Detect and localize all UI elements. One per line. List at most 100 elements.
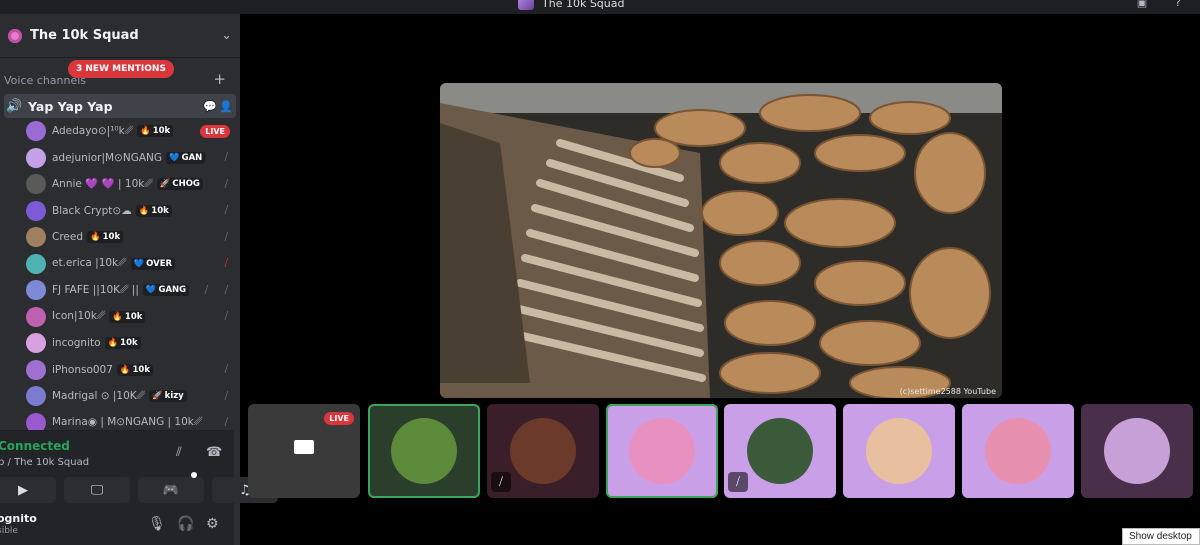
live-badge: LIVE <box>324 412 354 425</box>
chat-bubble-icon[interactable]: 💬 <box>202 100 218 113</box>
voice-user[interactable]: et.erica |10k␥ 💙 OVER ⧸ <box>26 251 240 278</box>
screen-share-button[interactable]: 🖵 <box>64 477 130 503</box>
microphone-icon[interactable]: 🎙 <box>148 516 166 532</box>
avatar <box>26 333 46 354</box>
voice-category[interactable]: Voice channels 3 NEW MENTIONS + <box>0 60 240 94</box>
participant-avatar <box>629 418 695 484</box>
tag-label: GANG <box>158 285 187 296</box>
voice-user[interactable]: Icon|10k␥ 🔥 10k ⧸ <box>26 304 240 331</box>
activity-button[interactable]: 🎮 <box>138 472 204 503</box>
tag-icon: 💙 <box>133 258 145 269</box>
participant-tile[interactable] <box>962 404 1074 498</box>
voice-user[interactable]: Black Crypt⊙☁ 🔥 10k ⧸ <box>26 198 240 225</box>
username: Annie 💜 💜 | 10k␥ <box>52 178 153 191</box>
participant-avatar <box>866 418 932 484</box>
server-header[interactable]: The 10k Squad ⌄ <box>0 14 240 58</box>
voice-user[interactable]: adejunior|M⊙NGANG 💙 GAN ⧸ <box>26 145 240 172</box>
participant-tile[interactable]: ⧸ <box>724 404 836 498</box>
title-bar: The 10k Squad ▣ ? <box>0 0 1200 14</box>
participant-tile[interactable] <box>368 404 480 498</box>
participant-tile[interactable] <box>606 404 718 498</box>
window-title: The 10k Squad <box>542 0 625 10</box>
stream-frame-image <box>440 83 1002 398</box>
tag-label: CHOG <box>172 179 200 190</box>
server-mini-icon <box>518 0 534 10</box>
role-tag: 💙 GAN <box>166 151 206 164</box>
participant-tile[interactable] <box>1081 404 1193 498</box>
avatar <box>26 227 46 248</box>
stream-video[interactable]: (c)settime2588 YouTube <box>440 83 1002 398</box>
username: Adedayo⊙|¹⁰k␥ <box>52 124 134 137</box>
help-icon[interactable]: ? <box>1170 0 1186 10</box>
tag-label: 10k <box>132 364 150 375</box>
avatar <box>26 174 46 195</box>
invite-user-icon[interactable]: 👤 <box>218 100 234 113</box>
muted-mic-icon: ⧸ <box>224 364 228 376</box>
inbox-icon[interactable]: ▣ <box>1134 0 1150 10</box>
tag-label: 10k <box>124 311 143 322</box>
username: adejunior|M⊙NGANG <box>52 151 163 164</box>
tag-label: 10k <box>102 232 121 243</box>
username: FJ FAFE ||10K␥ || <box>52 283 139 296</box>
voice-user[interactable]: Adedayo⊙|¹⁰k␥ 🔥 10k LIVE <box>26 118 240 145</box>
voice-user[interactable]: Creed 🔥 10k ⧸ <box>26 224 240 251</box>
participant-tile[interactable]: ⧸ <box>487 404 599 498</box>
participant-avatar <box>391 418 457 484</box>
tag-label: OVER <box>146 258 173 269</box>
tag-label: 10k <box>151 205 169 216</box>
voice-user[interactable]: incognito 🔥 10k <box>26 330 240 357</box>
show-desktop-button[interactable]: Show desktop <box>1122 528 1200 545</box>
speaker-icon: 🔊 <box>6 98 23 114</box>
tag-icon: 🔥 <box>138 205 150 216</box>
user-panel: ognito sible 🎙 🎧 ⚙ <box>0 510 234 545</box>
username: et.erica |10k␥ <box>52 257 127 270</box>
participant-avatar <box>510 418 576 484</box>
role-tag: 💙 OVER <box>130 257 176 270</box>
video-watermark: (c)settime2588 YouTube <box>899 387 996 396</box>
participant-avatar <box>985 418 1051 484</box>
role-tag: 🔥 10k <box>116 363 153 376</box>
voice-location[interactable]: p / The 10k Squad <box>0 457 89 468</box>
avatar <box>26 253 46 274</box>
tag-icon: 🔥 <box>90 232 101 243</box>
avatar <box>26 306 46 327</box>
disconnect-icon[interactable]: ☎ <box>206 445 222 460</box>
username: Icon|10k␥ <box>52 310 106 323</box>
voice-user[interactable]: iPhonso007 🔥 10k ⧸ <box>26 357 240 384</box>
voice-user[interactable]: FJ FAFE ||10K␥ || 💙 GANG ⧸ ⧸ <box>26 277 240 304</box>
role-tag: 💙 GANG <box>142 284 190 297</box>
muted-mic-icon: ⧸ <box>224 390 228 402</box>
tag-icon: 🔥 <box>107 338 119 349</box>
current-user-name[interactable]: ognito <box>0 512 37 525</box>
muted-mic-icon: ⧸ <box>224 258 228 270</box>
participant-tile[interactable] <box>843 404 955 498</box>
voice-connected-status: Connected <box>0 439 70 453</box>
voice-user-list: Adedayo⊙|¹⁰k␥ 🔥 10k LIVE adejunior|M⊙NGANG 💙 G… <box>0 118 240 436</box>
channel-name: Yap Yap Yap <box>28 98 113 114</box>
username: Black Crypt⊙☁ <box>52 204 132 217</box>
chevron-down-icon[interactable]: ⌄ <box>221 28 232 43</box>
avatar <box>26 386 46 407</box>
muted-mic-icon: ⧸ <box>224 311 228 323</box>
muted-mic-icon: ⧸ <box>728 472 748 492</box>
tag-label: kizy <box>164 391 184 402</box>
avatar <box>26 121 46 142</box>
deafened-icon: ⧸ <box>224 284 228 296</box>
add-channel-icon[interactable]: + <box>213 70 226 88</box>
noise-suppression-icon[interactable]: ⫽ <box>176 445 182 460</box>
camera-button[interactable]: ▶ <box>0 477 56 503</box>
username: Marina◉ | M⊙NGANG | 10k␥ <box>52 416 203 429</box>
voice-user[interactable]: Madrigal ⊙ |10K␥ 🚀 kizy ⧸ <box>26 383 240 410</box>
server-name: The 10k Squad <box>30 28 139 43</box>
stream-preview-tile[interactable]: LIVE <box>248 404 360 498</box>
avatar <box>26 280 46 301</box>
voice-user[interactable]: Annie 💜 💜 | 10k␥ 🚀 CHOG ⧸ <box>26 171 240 198</box>
avatar <box>26 200 46 221</box>
new-mentions-badge[interactable]: 3 NEW MENTIONS <box>68 60 174 78</box>
headphones-icon[interactable]: 🎧 <box>177 516 194 532</box>
tag-label: GAN <box>181 152 203 163</box>
settings-gear-icon[interactable]: ⚙ <box>206 516 219 532</box>
voice-channel-yap[interactable]: 🔊 Yap Yap Yap 💬 👤 <box>4 94 236 118</box>
role-tag: 🚀 kizy <box>149 390 187 403</box>
muted-mic-icon: ⧸ <box>224 178 228 190</box>
